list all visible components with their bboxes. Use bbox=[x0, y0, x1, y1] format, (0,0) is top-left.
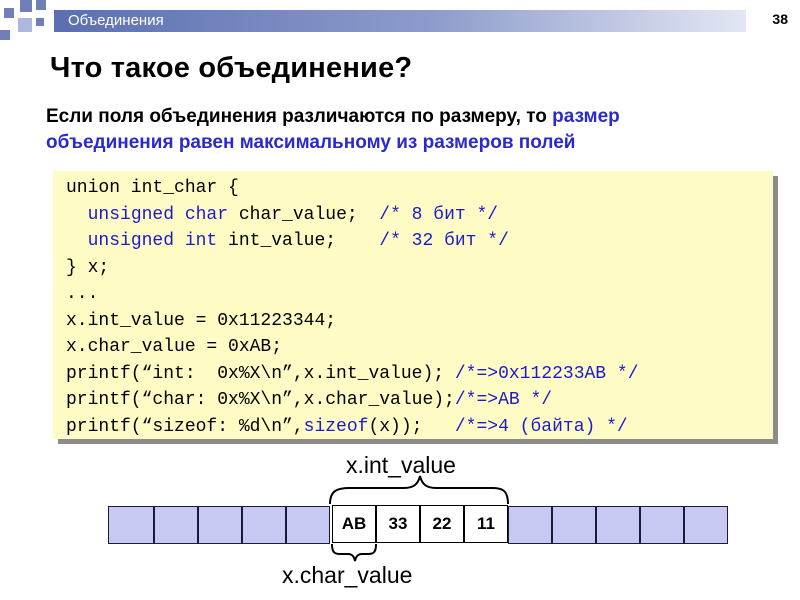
memory-cell bbox=[108, 506, 154, 544]
char-value-brace bbox=[331, 543, 377, 562]
int-value-brace bbox=[329, 475, 509, 505]
memory-cell bbox=[640, 506, 684, 544]
memory-cell bbox=[286, 506, 330, 544]
byte-cell: 22 bbox=[420, 505, 464, 543]
memory-cell bbox=[508, 506, 552, 544]
char-value-label: x.char_value bbox=[282, 562, 413, 588]
byte-cell: 33 bbox=[376, 505, 420, 543]
memory-cell bbox=[596, 506, 640, 544]
byte-cell: 11 bbox=[464, 505, 508, 543]
memory-cell bbox=[552, 506, 596, 544]
memory-cell bbox=[684, 506, 728, 544]
memory-cell bbox=[154, 506, 198, 544]
memory-cell bbox=[198, 506, 242, 544]
byte-cell: AB bbox=[332, 505, 376, 543]
memory-cell bbox=[242, 506, 286, 544]
